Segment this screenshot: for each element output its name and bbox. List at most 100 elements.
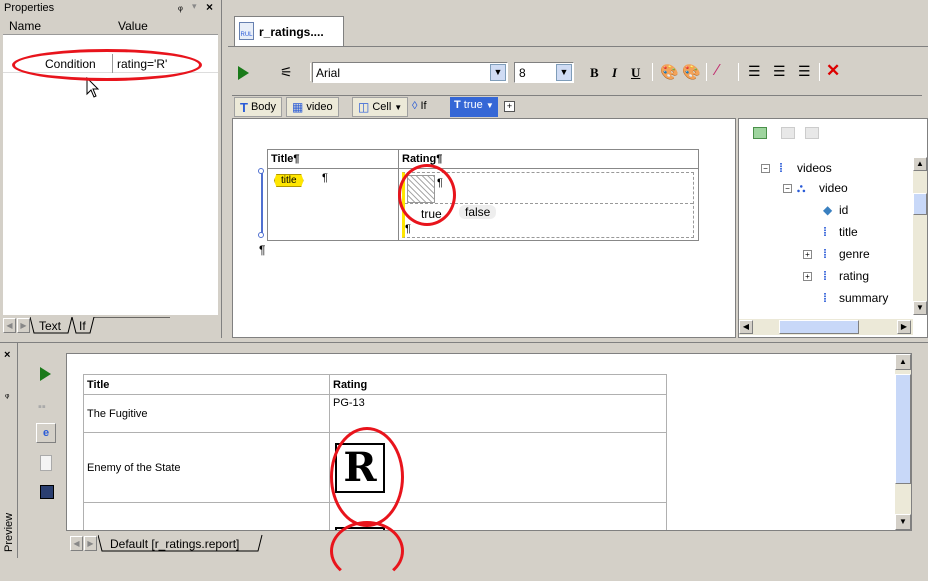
tree-label: video bbox=[819, 181, 848, 195]
scroll-right-icon[interactable]: ▶ bbox=[897, 320, 911, 334]
scroll-left-icon[interactable]: ◀ bbox=[739, 320, 753, 334]
filter-icon[interactable] bbox=[805, 127, 819, 139]
row-bracket[interactable] bbox=[261, 171, 265, 235]
tree-hscrollbar[interactable]: ◀ ▶ bbox=[739, 319, 913, 335]
scroll-down-icon[interactable]: ▼ bbox=[895, 514, 911, 530]
tab-prev-icon[interactable]: ◀ bbox=[3, 318, 16, 333]
pilcrow: ¶ bbox=[405, 223, 411, 235]
chevron-down-icon[interactable]: ▼ bbox=[394, 103, 402, 112]
scroll-up-icon[interactable]: ▲ bbox=[913, 157, 927, 171]
scroll-thumb[interactable] bbox=[779, 320, 859, 334]
table-icon: ▦ bbox=[292, 100, 304, 114]
expand-icon[interactable]: + bbox=[504, 101, 515, 112]
true-branch[interactable]: true bbox=[421, 207, 442, 221]
expand-icon[interactable]: + bbox=[803, 250, 812, 259]
tree-label: id bbox=[839, 203, 849, 217]
bold-button[interactable]: B bbox=[590, 65, 599, 81]
preview-side-strip: × ᵩ Preview bbox=[0, 343, 18, 558]
tab-next-icon[interactable]: ▶ bbox=[17, 318, 30, 333]
pin-icon[interactable]: ᵩ bbox=[178, 1, 183, 13]
scroll-thumb[interactable] bbox=[913, 193, 927, 215]
chevron-down-icon[interactable]: ▼ bbox=[556, 64, 572, 81]
title-field-tag[interactable]: title bbox=[274, 174, 304, 187]
dropdown-icon[interactable]: ▾ bbox=[192, 1, 197, 12]
crumb-video-label: video bbox=[306, 101, 333, 113]
branch-divider bbox=[405, 203, 693, 204]
highlight-color-icon[interactable]: 🎨 bbox=[682, 63, 701, 81]
tree-vscrollbar[interactable]: ▲ ▼ bbox=[913, 157, 927, 315]
tag-icon: T bbox=[454, 99, 461, 111]
align-right-icon[interactable]: ☰ bbox=[798, 63, 811, 80]
col-name-header[interactable]: Name bbox=[9, 19, 41, 33]
properties-titlebar: Properties ᵩ ▾ × bbox=[2, 0, 220, 17]
preview-vscrollbar[interactable]: ▲ ▼ bbox=[895, 354, 911, 530]
cell-title: Enemy of the State bbox=[83, 432, 330, 503]
delete-icon[interactable]: ✕ bbox=[826, 61, 840, 81]
property-row-condition[interactable]: Condition rating='R' bbox=[3, 54, 218, 73]
properties-header: Name Value bbox=[3, 17, 218, 35]
if-block[interactable]: ¶ true false ¶ bbox=[402, 172, 694, 238]
tree-label: summary bbox=[839, 291, 889, 305]
design-col-title: Title¶ bbox=[271, 153, 300, 165]
page-icon[interactable] bbox=[40, 455, 52, 471]
tree-label: genre bbox=[839, 247, 870, 261]
align-center-icon[interactable]: ☰ bbox=[773, 63, 786, 80]
align-left-icon[interactable]: ☰ bbox=[748, 63, 761, 80]
run-preview-icon[interactable] bbox=[40, 367, 51, 381]
crumb-true[interactable]: T true ▼ bbox=[450, 97, 498, 117]
image-placeholder-icon[interactable] bbox=[407, 175, 435, 203]
size-value: 8 bbox=[519, 66, 526, 80]
scroll-down-icon[interactable]: ▼ bbox=[913, 301, 927, 315]
toolbar-separator bbox=[738, 63, 739, 81]
font-color-icon[interactable]: 🎨 bbox=[660, 63, 679, 81]
chevron-down-icon[interactable]: ▼ bbox=[490, 64, 506, 81]
crumb-video[interactable]: ▦ video bbox=[286, 97, 339, 117]
rated-r-badge: R bbox=[335, 442, 385, 493]
layout-icon[interactable]: ▪▪ bbox=[38, 401, 46, 413]
scroll-up-icon[interactable]: ▲ bbox=[895, 354, 911, 370]
save-icon[interactable] bbox=[40, 485, 54, 499]
collapse-icon[interactable]: − bbox=[783, 184, 792, 193]
element-icon: ⁞ bbox=[823, 225, 827, 239]
pin-icon[interactable]: ᵩ bbox=[5, 389, 9, 400]
col-value-header[interactable]: Value bbox=[118, 19, 148, 33]
expand-icon[interactable]: + bbox=[803, 272, 812, 281]
property-value[interactable]: rating='R' bbox=[117, 57, 167, 71]
document-tab[interactable]: RUL r_ratings.... bbox=[234, 16, 344, 46]
cell-rating: PG-13 bbox=[329, 394, 667, 433]
cell-title bbox=[83, 502, 330, 530]
tab-text[interactable]: Text bbox=[39, 319, 61, 333]
underline-button[interactable]: U bbox=[631, 65, 640, 81]
false-branch[interactable]: false bbox=[459, 205, 497, 219]
remove-node-icon[interactable] bbox=[781, 127, 795, 139]
brush-icon[interactable]: ⚟ bbox=[280, 64, 293, 81]
toolbar-separator bbox=[819, 63, 820, 81]
tab-default-report[interactable]: Default [r_ratings.report] bbox=[110, 537, 239, 551]
tab-if[interactable]: If bbox=[79, 319, 86, 333]
crumb-if[interactable]: ◊ If bbox=[412, 100, 427, 112]
font-select[interactable]: Arial ▼ bbox=[312, 62, 508, 83]
row-bracket-dot bbox=[258, 232, 264, 238]
close-icon[interactable]: × bbox=[206, 0, 213, 14]
add-node-icon[interactable] bbox=[753, 127, 767, 139]
preview-header-row: Title Rating bbox=[83, 374, 667, 395]
element-icon: ⁞ bbox=[779, 161, 783, 175]
tab-next-icon[interactable]: ▶ bbox=[84, 536, 97, 551]
close-icon[interactable]: × bbox=[4, 349, 10, 361]
tab-prev-icon[interactable]: ◀ bbox=[70, 536, 83, 551]
size-select[interactable]: 8 ▼ bbox=[514, 62, 574, 83]
chevron-down-icon[interactable]: ▼ bbox=[486, 101, 494, 110]
italic-button[interactable]: I bbox=[612, 65, 617, 81]
font-value: Arial bbox=[316, 66, 341, 80]
tag-icon: T bbox=[240, 99, 248, 115]
eraser-icon[interactable]: ⁄ bbox=[716, 62, 719, 80]
table-row: R bbox=[83, 502, 667, 530]
scroll-thumb[interactable] bbox=[895, 374, 911, 484]
rated-r-badge: R bbox=[335, 527, 385, 530]
run-icon[interactable] bbox=[238, 66, 249, 80]
collapse-icon[interactable]: − bbox=[761, 164, 770, 173]
crumb-cell[interactable]: ◫ Cell ▼ bbox=[352, 97, 409, 117]
browser-icon[interactable]: e bbox=[36, 423, 56, 443]
crumb-body[interactable]: T Body bbox=[234, 97, 283, 117]
grid-divider bbox=[112, 54, 113, 73]
